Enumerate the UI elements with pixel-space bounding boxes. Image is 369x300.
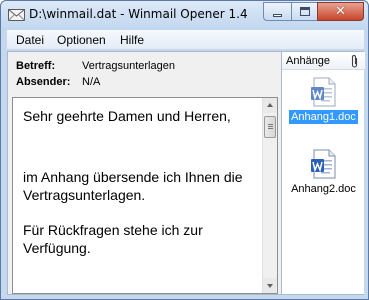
menu-bar: Datei Optionen Hilfe	[7, 30, 364, 50]
message-line: Für Rückfragen stehe ich zur Verfügung.	[23, 222, 203, 256]
maximize-button[interactable]	[291, 2, 317, 21]
scroll-thumb[interactable]	[264, 116, 276, 138]
sender-label: Absender:	[16, 76, 71, 88]
maximize-icon	[300, 7, 310, 16]
paperclip-icon	[351, 55, 358, 68]
attachments-title: Anhänge	[286, 55, 331, 67]
scroll-up-button[interactable]	[263, 98, 277, 113]
scroll-down-button[interactable]	[263, 278, 277, 293]
close-button[interactable]: ✕	[317, 2, 364, 21]
message-line: Sehr geehrte Damen und Herren,	[23, 108, 231, 124]
attachments-header: Anhänge	[282, 52, 365, 70]
arrow-down-icon	[267, 284, 273, 288]
arrow-up-icon	[267, 103, 273, 107]
window-title: D:\winmail.dat - Winmail Opener 1.4	[29, 7, 248, 21]
minimize-button[interactable]	[263, 2, 291, 21]
attachment-item[interactable]: Anhang2.doc	[282, 148, 365, 196]
message-body[interactable]: Sehr geehrte Damen und Herren, im Anhang…	[12, 97, 278, 294]
attachments-panel: Anhänge Anhang1.doc Anhang2.doc	[281, 52, 365, 294]
menu-optionen[interactable]: Optionen	[57, 33, 106, 47]
message-line: im Anhang übersende ich Ihnen die Vertra…	[23, 169, 243, 203]
client-area: Betreff: Vertragsunterlagen Absender: N/…	[7, 51, 365, 295]
word-document-icon	[310, 77, 335, 107]
attachment-item[interactable]: Anhang1.doc	[282, 76, 365, 124]
close-icon: ✕	[335, 4, 346, 19]
subject-label: Betreff:	[16, 60, 56, 72]
minimize-icon	[273, 14, 282, 17]
subject-value: Vertragsunterlagen	[82, 60, 175, 72]
attachment-name: Anhang2.doc	[291, 183, 356, 195]
sender-value: N/A	[82, 76, 101, 88]
envelope-icon	[8, 9, 25, 21]
vertical-scrollbar[interactable]	[262, 98, 277, 293]
title-bar[interactable]: D:\winmail.dat - Winmail Opener 1.4 ✕	[1, 1, 368, 30]
menu-hilfe[interactable]: Hilfe	[120, 33, 144, 47]
message-header: Betreff: Vertragsunterlagen Absender: N/…	[8, 52, 277, 95]
menu-datei[interactable]: Datei	[16, 33, 44, 47]
app-window: D:\winmail.dat - Winmail Opener 1.4 ✕ Da…	[0, 0, 369, 300]
message-text: Sehr geehrte Damen und Herren, im Anhang…	[23, 107, 259, 257]
attachment-name: Anhang1.doc	[289, 110, 358, 124]
word-document-icon	[310, 149, 335, 179]
